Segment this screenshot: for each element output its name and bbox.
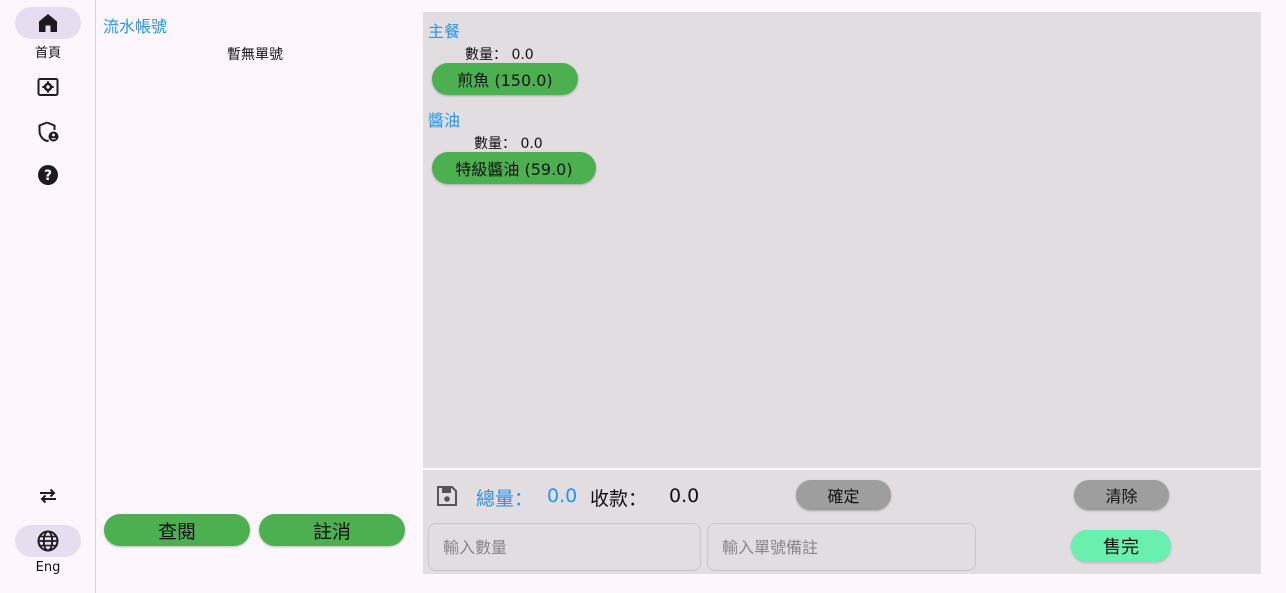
- category-qty-soy-sauce: 數量： 0.0: [474, 136, 543, 152]
- order-note-input[interactable]: [707, 523, 976, 571]
- nav-home-indicator: [15, 7, 81, 39]
- nav-language-label: Eng: [35, 560, 61, 575]
- quantity-input[interactable]: [428, 523, 701, 571]
- menu-panel: 主餐 數量： 0.0 煎魚 (150.0) 醬油 數量： 0.0 特級醬油 (5…: [423, 12, 1261, 468]
- settings-icon: [37, 78, 59, 96]
- orders-title: 流水帳號: [103, 17, 168, 36]
- orders-panel: 流水帳號 暫無單號 查閱 註消: [97, 0, 423, 593]
- nav-language[interactable]: Eng: [14, 525, 82, 575]
- swap-icon: [40, 488, 56, 504]
- payment-value: 0.0: [669, 485, 700, 507]
- home-icon: [39, 14, 57, 32]
- menu-item-button[interactable]: 特級醬油 (59.0): [432, 152, 596, 184]
- nav-switch-pill: [15, 480, 81, 512]
- total-value: 0.0: [547, 485, 578, 507]
- save-icon[interactable]: [435, 484, 459, 508]
- category-title-main: 主餐: [428, 22, 461, 41]
- category-title-soy-sauce: 醬油: [428, 111, 461, 130]
- clear-button[interactable]: 清除: [1074, 480, 1169, 510]
- svg-text:?: ?: [44, 168, 52, 184]
- help-icon: ?: [38, 165, 58, 185]
- nav-language-indicator: [15, 525, 81, 557]
- nav-help[interactable]: ?: [14, 159, 82, 191]
- nav-settings-pill: [15, 71, 81, 103]
- orders-empty-text: 暫無單號: [227, 47, 283, 63]
- confirm-button[interactable]: 確定: [796, 480, 891, 510]
- menu-item-button[interactable]: 煎魚 (150.0): [432, 63, 578, 95]
- nav-home-label: 首頁: [34, 46, 61, 61]
- nav-admin[interactable]: [14, 116, 82, 148]
- cancel-button[interactable]: 註消: [259, 514, 405, 546]
- nav-help-pill: ?: [15, 159, 81, 191]
- nav-admin-pill: [15, 116, 81, 148]
- sold-out-button[interactable]: 售完: [1071, 530, 1171, 562]
- summary-panel: 總量： 0.0 收款： 0.0 確定 清除 售完: [423, 470, 1261, 574]
- navigation-rail: 首頁 ? Eng: [0, 0, 96, 593]
- category-qty-main: 數量： 0.0: [465, 47, 534, 63]
- view-button[interactable]: 查閱: [104, 514, 250, 546]
- admin-shield-icon: [38, 121, 59, 143]
- nav-home[interactable]: 首頁: [14, 7, 82, 61]
- payment-label: 收款：: [590, 488, 648, 510]
- nav-switch[interactable]: [14, 480, 82, 512]
- globe-icon: [37, 530, 59, 552]
- nav-settings[interactable]: [14, 71, 82, 103]
- total-label: 總量：: [476, 488, 534, 510]
